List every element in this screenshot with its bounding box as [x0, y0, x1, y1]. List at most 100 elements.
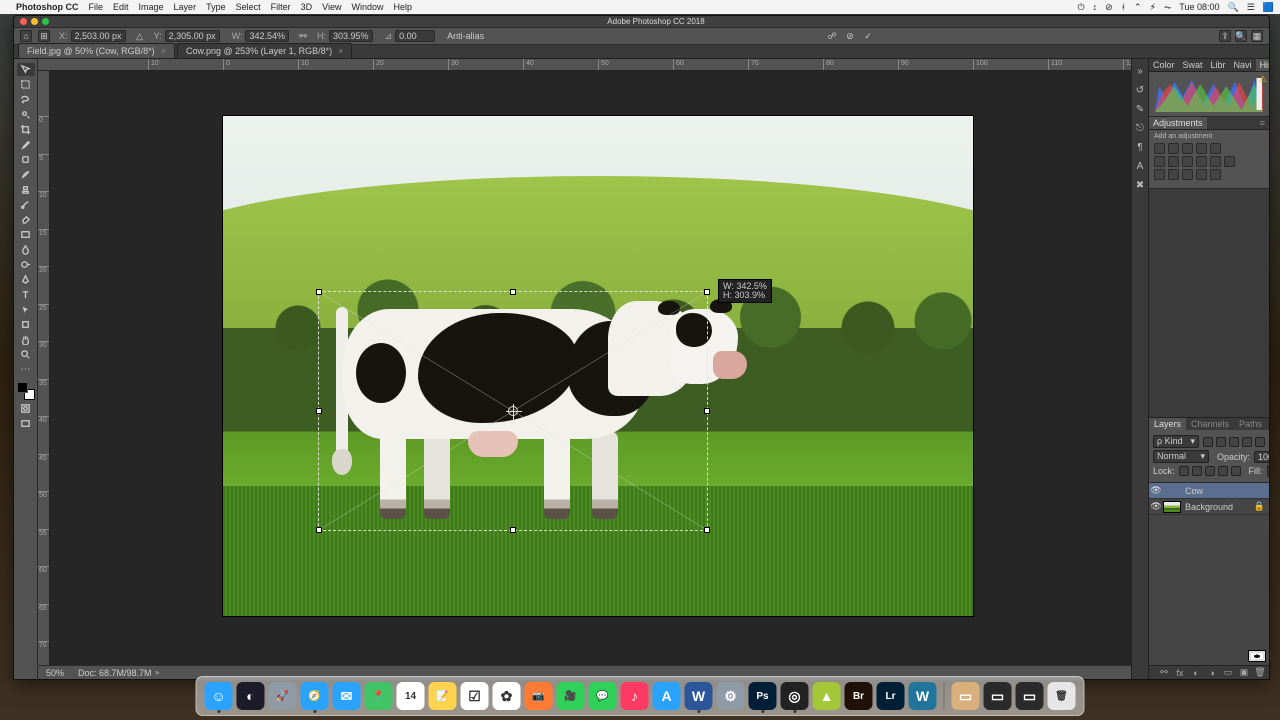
notification-icon[interactable]: 🟦 — [1263, 2, 1274, 13]
window-titlebar[interactable]: Adobe Photoshop CC 2018 — [14, 16, 1269, 28]
tab-swatches[interactable]: Swat — [1179, 59, 1207, 71]
dock-app-sysprefs[interactable]: ⚙ — [717, 682, 745, 710]
status-icon[interactable]: ⌃ — [1134, 2, 1142, 13]
app-menu[interactable]: Photoshop CC — [16, 2, 79, 12]
menu-filter[interactable]: Filter — [271, 2, 291, 12]
commit-transform-icon[interactable]: ✓ — [862, 30, 874, 42]
workspace-icon[interactable]: ▦ — [1251, 30, 1263, 42]
adjustment-icon[interactable] — [1154, 143, 1165, 154]
layer-thumbnail[interactable] — [1248, 650, 1266, 662]
panel-menu-icon[interactable]: ≡ — [1256, 118, 1269, 128]
zoom-button[interactable] — [42, 18, 49, 25]
adjustment-icon[interactable] — [1182, 169, 1193, 180]
dock-app-launchpad[interactable]: 🚀 — [269, 682, 297, 710]
mask-icon[interactable]: ◐ — [1191, 668, 1201, 678]
tab-paths[interactable]: Paths — [1234, 418, 1267, 430]
dock-app-facetime[interactable]: 🎥 — [557, 682, 585, 710]
search-icon[interactable]: 🔍 — [1235, 30, 1247, 42]
adjustment-icon[interactable] — [1196, 169, 1207, 180]
brush-presets-icon[interactable]: ✎ — [1134, 103, 1147, 116]
adjustment-icon[interactable] — [1210, 143, 1221, 154]
tab-histogram[interactable]: Histogram — [1256, 59, 1270, 71]
menu-file[interactable]: File — [89, 2, 104, 12]
dock-app-calendar[interactable]: 14 — [397, 682, 425, 710]
blend-mode-select[interactable]: Normal▾ — [1153, 450, 1209, 463]
menu-3d[interactable]: 3D — [301, 2, 313, 12]
lock-icon[interactable] — [1231, 466, 1241, 476]
adjustment-icon[interactable] — [1168, 169, 1179, 180]
status-icon[interactable]: ⊘ — [1105, 2, 1113, 13]
transform-handle[interactable] — [316, 527, 322, 533]
battery-icon[interactable]: ⚡︎ — [1150, 2, 1156, 13]
screenmode-tool[interactable] — [17, 417, 35, 430]
adjustment-icon[interactable] — [1210, 169, 1221, 180]
lock-icon[interactable] — [1192, 466, 1202, 476]
filter-icon[interactable] — [1216, 437, 1226, 447]
shape-tool[interactable] — [17, 318, 35, 331]
zoom-level[interactable]: 50% — [46, 668, 64, 678]
doc-size[interactable]: Doc: 68.7M/98.7M▸ — [78, 667, 160, 678]
transform-handle[interactable] — [316, 289, 322, 295]
path-select-tool[interactable] — [17, 303, 35, 316]
dodge-tool[interactable] — [17, 258, 35, 271]
cancel-transform-icon[interactable]: ⊘ — [844, 30, 856, 42]
eraser-tool[interactable] — [17, 213, 35, 226]
close-icon[interactable]: × — [161, 46, 166, 56]
dock-app-doc2[interactable]: ▭ — [984, 682, 1012, 710]
panel-menu-icon[interactable]: ≡ — [1267, 419, 1270, 429]
transform-handle[interactable] — [704, 289, 710, 295]
adjustment-icon[interactable] — [1168, 156, 1179, 167]
ruler-vertical[interactable]: 05101520253035404550556065707580 — [38, 71, 50, 665]
dock-app-messages[interactable]: 💬 — [589, 682, 617, 710]
edit-toolbar[interactable]: ⋯ — [17, 363, 35, 376]
dock-app-itunes[interactable]: ♪ — [621, 682, 649, 710]
gradient-tool[interactable] — [17, 228, 35, 241]
quickmask-tool[interactable] — [17, 402, 35, 415]
dock-app-trash[interactable]: 🗑 — [1048, 682, 1076, 710]
dock-app-appstore[interactable]: A — [653, 682, 681, 710]
adjustment-icon[interactable] — [1154, 169, 1165, 180]
adjustment-icon[interactable] — [1224, 156, 1235, 167]
dock-app-photobooth[interactable]: 📷 — [525, 682, 553, 710]
warp-icon[interactable]: ☍ — [826, 30, 838, 42]
transform-handle[interactable] — [510, 289, 516, 295]
filter-icon[interactable] — [1203, 437, 1213, 447]
stamp-tool[interactable] — [17, 183, 35, 196]
transform-handle[interactable] — [704, 408, 710, 414]
dock-app-wordpress[interactable]: W — [909, 682, 937, 710]
link-icon[interactable]: ⚯ — [298, 30, 308, 42]
adjustment-layer-icon[interactable]: ◑ — [1207, 668, 1217, 678]
dock-app-siri[interactable]: ◐ — [237, 682, 265, 710]
dock-app-lightroom[interactable]: Lr — [877, 682, 905, 710]
adjustment-icon[interactable] — [1168, 143, 1179, 154]
healing-tool[interactable] — [17, 153, 35, 166]
blur-tool[interactable] — [17, 243, 35, 256]
ruler-horizontal[interactable]: 100102030405060708090100110120130 — [38, 59, 1131, 71]
y-field[interactable]: 2,305.00 px — [165, 30, 220, 42]
lock-icon[interactable]: 🔒 — [1254, 501, 1269, 512]
tab-layers[interactable]: Layers — [1149, 418, 1186, 430]
dock-app-bridge[interactable]: Br — [845, 682, 873, 710]
transform-handle[interactable] — [510, 527, 516, 533]
link-layers-icon[interactable]: ⚯ — [1159, 668, 1169, 678]
lock-icon[interactable] — [1205, 466, 1215, 476]
layer-filter-select[interactable]: ρ Kind ▾ — [1153, 435, 1199, 448]
w-field[interactable]: 342.54% — [245, 30, 289, 42]
dock-app-reminders[interactable]: ☑ — [461, 682, 489, 710]
dock-app-mail[interactable]: ✉ — [333, 682, 361, 710]
document-tab[interactable]: Field.jpg @ 50% (Cow, RGB/8*)× — [18, 43, 175, 58]
close-button[interactable] — [20, 18, 27, 25]
chevron-right-icon[interactable]: ▸ — [156, 667, 161, 678]
filter-icon[interactable] — [1229, 437, 1239, 447]
menu-view[interactable]: View — [322, 2, 341, 12]
fill-field[interactable]: 100% — [1267, 465, 1270, 477]
move-tool[interactable] — [17, 63, 35, 76]
adjustment-icon[interactable] — [1210, 156, 1221, 167]
tab-libraries[interactable]: Libr — [1207, 59, 1230, 71]
trash-icon[interactable]: 🗑 — [1255, 668, 1265, 678]
h-field[interactable]: 303.95% — [329, 30, 373, 42]
dock-app-doc1[interactable]: ▭ — [952, 682, 980, 710]
layer-row[interactable]: 👁 Background 🔒 — [1149, 499, 1269, 515]
pen-tool[interactable] — [17, 273, 35, 286]
visibility-icon[interactable]: 👁 — [1149, 485, 1163, 496]
